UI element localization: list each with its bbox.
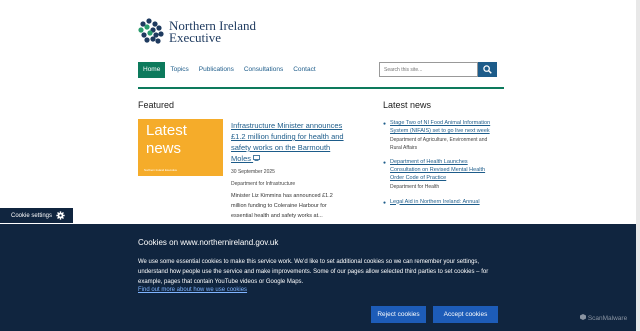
- bullet-icon: ●: [383, 199, 387, 206]
- search-form: [379, 62, 497, 77]
- list-item: ● Department of Health Launches Consulta…: [383, 158, 498, 192]
- watermark-label: ScanMalware: [587, 315, 628, 322]
- featured-heading: Featured: [138, 100, 175, 110]
- news-org: Department of Agriculture, Environment a…: [390, 137, 488, 151]
- news-link[interactable]: Legal Aid in Northern Ireland: Annual: [390, 198, 498, 206]
- cookie-settings-button[interactable]: Cookie settings: [0, 208, 73, 223]
- featured-image-line-1: Latest: [146, 122, 187, 139]
- featured-image[interactable]: Latest news Northern Ireland Executive: [138, 119, 223, 176]
- nav-home[interactable]: Home: [138, 62, 166, 78]
- featured-image-line-2: news: [146, 140, 182, 157]
- latest-news-list: ● Stage Two of NI Food Animal Informatio…: [383, 119, 498, 212]
- search-button[interactable]: [478, 62, 497, 77]
- nav-publications[interactable]: Publications: [194, 62, 239, 78]
- watermark-logo-icon: [580, 314, 586, 320]
- nav-contact[interactable]: Contact: [288, 62, 320, 78]
- main-nav: Home Topics Publications Consultations C…: [138, 62, 321, 78]
- cookie-info-link[interactable]: Find out more about how we use cookies: [138, 287, 247, 293]
- cookie-banner-title: Cookies on www.northernireland.gov.uk: [138, 238, 279, 247]
- cookie-banner: Cookies on www.northernireland.gov.uk We…: [0, 224, 640, 331]
- featured-article-title: Infrastructure Minister announces £1.2 m…: [231, 121, 344, 163]
- bullet-icon: ●: [383, 121, 387, 127]
- scrollbar[interactable]: [636, 0, 640, 331]
- list-item: ● Legal Aid in Northern Ireland: Annual: [383, 198, 498, 206]
- featured-image-footer: Northern Ireland Executive: [144, 168, 178, 172]
- featured-date: 30 September 2025: [231, 169, 275, 175]
- latest-news-heading: Latest news: [383, 100, 432, 110]
- cookie-banner-body: We use some essential cookies to make th…: [138, 259, 489, 285]
- news-link[interactable]: Stage Two of NI Food Animal Information …: [390, 119, 498, 135]
- watermark: ScanMalware: [580, 314, 627, 322]
- featured-org: Department for Infrastructure: [231, 181, 296, 187]
- site-logo[interactable]: Northern Ireland Executive: [138, 18, 256, 46]
- bullet-icon: ●: [383, 160, 387, 166]
- news-org: Department for Health: [390, 184, 440, 190]
- featured-summary: Minister Liz Kimmins has announced £1.2 …: [231, 193, 333, 219]
- gear-icon: [56, 211, 65, 220]
- nav-consultations[interactable]: Consultations: [239, 62, 288, 78]
- news-link[interactable]: Department of Health Launches Consultati…: [390, 158, 498, 182]
- logo-text: Northern Ireland Executive: [169, 19, 256, 45]
- header-divider: [138, 87, 504, 89]
- featured-article-link[interactable]: Infrastructure Minister announces £1.2 m…: [231, 120, 351, 164]
- search-input[interactable]: [379, 62, 478, 77]
- logo-icon: [138, 18, 164, 44]
- external-link-icon: [253, 155, 261, 161]
- reject-cookies-button[interactable]: Reject cookies: [371, 306, 426, 323]
- list-item: ● Stage Two of NI Food Animal Informatio…: [383, 119, 498, 152]
- accept-cookies-button[interactable]: Accept cookies: [433, 306, 498, 323]
- cookie-settings-label: Cookie settings: [11, 212, 53, 219]
- logo-line-2: Executive: [169, 30, 221, 45]
- nav-topics[interactable]: Topics: [165, 62, 193, 78]
- search-icon: [483, 65, 492, 74]
